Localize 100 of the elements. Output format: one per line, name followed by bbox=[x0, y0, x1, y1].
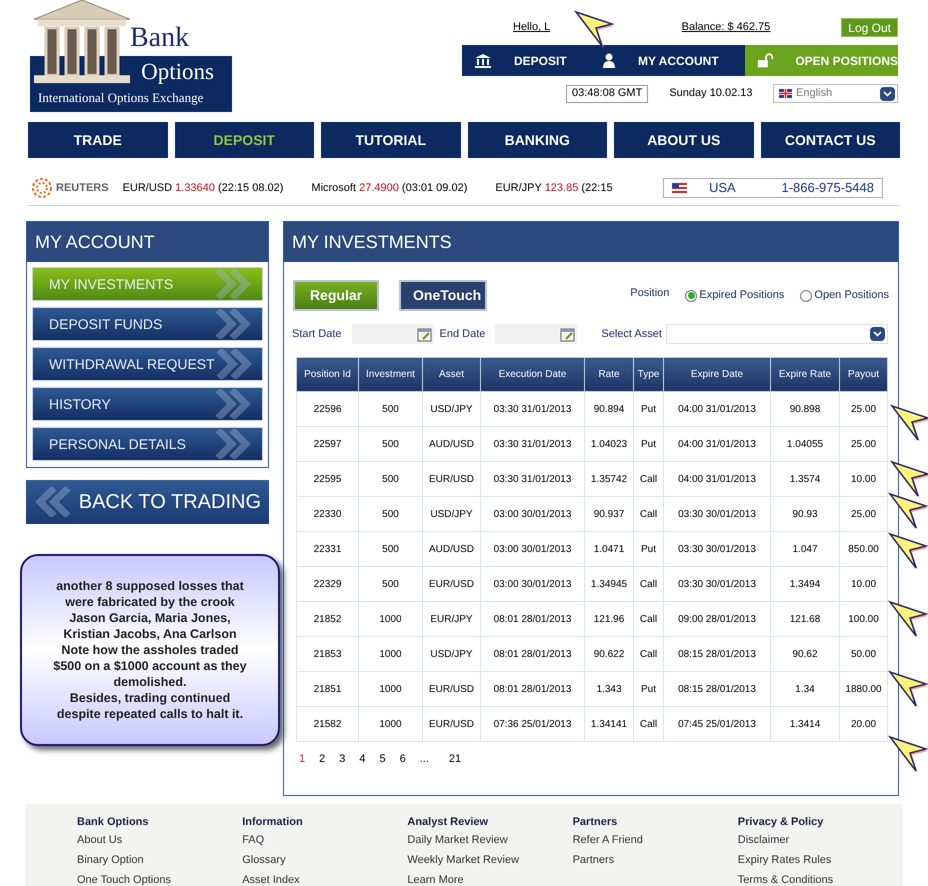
table-cell: 07:36 25/01/2013 bbox=[480, 706, 584, 742]
table-cell: 03:30 30/01/2013 bbox=[664, 566, 770, 602]
table-cell: 09:00 28/01/2013 bbox=[664, 602, 770, 636]
ticker-quote: Microsoft 27.4900 (03:01 09.02) bbox=[311, 180, 468, 196]
ticker-quote: EUR/USD 1.33640 (22:15 08.02) bbox=[122, 180, 284, 196]
table-cell: 1000 bbox=[358, 672, 422, 706]
table-cell: Put bbox=[634, 532, 664, 566]
table-cell: 1.3414 bbox=[770, 706, 840, 742]
footer-link[interactable]: Asset Index bbox=[242, 871, 408, 886]
position-radio[interactable]: Expired Positions bbox=[685, 287, 784, 304]
pointer-arrow-icon bbox=[888, 733, 928, 773]
position-label: Position bbox=[630, 286, 670, 302]
building-logo-icon bbox=[32, 0, 132, 84]
main-nav-tab[interactable]: BANKING bbox=[468, 122, 607, 158]
main-nav-tab[interactable]: DEPOSIT bbox=[174, 122, 314, 158]
table-cell: 08:01 28/01/2013 bbox=[480, 602, 584, 636]
table-cell: 22596 bbox=[296, 392, 358, 426]
footer-link[interactable]: One Touch Options bbox=[77, 871, 242, 886]
view-tab[interactable]: OneTouch bbox=[399, 280, 487, 311]
table-cell: 500 bbox=[358, 462, 422, 496]
footer-heading: Partners bbox=[572, 815, 618, 830]
footer-link[interactable]: Refer A Friend bbox=[572, 831, 738, 850]
table-cell: USD/JPY bbox=[422, 636, 480, 672]
footer-link[interactable]: Weekly Market Review bbox=[407, 851, 573, 870]
language-select[interactable]: English bbox=[773, 84, 898, 103]
column-header: Position Id bbox=[296, 358, 358, 392]
table-cell: 03:30 31/01/2013 bbox=[480, 426, 584, 462]
unlocked-padlock-icon bbox=[757, 52, 774, 68]
footer-link[interactable]: Expiry Rates Rules bbox=[738, 851, 903, 870]
calendar-icon[interactable] bbox=[560, 326, 576, 342]
start-date-field[interactable] bbox=[352, 324, 434, 344]
table-cell: 1.34 bbox=[770, 672, 840, 706]
panel-title: MY INVESTMENTS bbox=[284, 222, 898, 262]
table-cell: 1.35742 bbox=[584, 462, 634, 496]
sidebar-menu-item[interactable]: PERSONAL DETAILS bbox=[32, 427, 263, 461]
page-link[interactable]: ... bbox=[420, 751, 429, 768]
user-icon bbox=[602, 52, 616, 68]
footer-link[interactable]: Partners bbox=[572, 851, 738, 870]
main-nav-tab[interactable]: CONTACT US bbox=[760, 122, 900, 158]
footer-link[interactable]: Binary Option bbox=[77, 851, 242, 870]
table-cell: 03:00 30/01/2013 bbox=[480, 532, 584, 566]
footer-link[interactable]: FAQ bbox=[242, 831, 408, 850]
view-tab[interactable]: Regular bbox=[293, 280, 379, 311]
main-nav-tab[interactable]: TUTORIAL bbox=[321, 122, 460, 158]
page-link[interactable]: 6 bbox=[400, 751, 406, 768]
footer-heading: Privacy & Policy bbox=[738, 815, 824, 830]
footer-link[interactable]: Learn More bbox=[407, 871, 573, 886]
table-cell: 90.937 bbox=[584, 496, 634, 532]
end-date-label: End Date bbox=[440, 326, 486, 342]
sidebar-menu-item[interactable]: DEPOSIT FUNDS bbox=[32, 307, 263, 341]
footer-link[interactable]: Disclaimer bbox=[738, 831, 903, 850]
main-nav-tab[interactable]: TRADE bbox=[28, 122, 168, 158]
column-header: Rate bbox=[584, 358, 634, 392]
footer-link[interactable]: Terms & Conditions bbox=[738, 871, 903, 886]
table-cell: 03:30 30/01/2013 bbox=[664, 496, 770, 532]
table-cell: 20.00 bbox=[840, 706, 888, 742]
table-cell: EUR/USD bbox=[422, 462, 480, 496]
main-nav-tab[interactable]: ABOUT US bbox=[614, 122, 754, 158]
column-header: Expire Rate bbox=[770, 358, 840, 392]
pointer-arrow-icon bbox=[890, 402, 928, 442]
sidebar-menu-item[interactable]: WITHDRAWAL REQUEST bbox=[32, 347, 263, 381]
position-radio[interactable]: Open Positions bbox=[800, 287, 889, 304]
end-date-field[interactable] bbox=[495, 324, 578, 344]
page-link[interactable]: 5 bbox=[380, 751, 386, 768]
page-link[interactable]: 21 bbox=[448, 751, 462, 768]
column-header: Type bbox=[634, 358, 664, 392]
footer-link[interactable]: Daily Market Review bbox=[407, 831, 573, 850]
page-link[interactable]: 3 bbox=[339, 751, 346, 768]
table-cell: 90.898 bbox=[770, 392, 840, 426]
column-header: Expire Date bbox=[664, 358, 770, 392]
table-cell: 21853 bbox=[296, 636, 358, 672]
table-cell: 1000 bbox=[358, 602, 422, 636]
page-link[interactable]: 1 bbox=[299, 751, 306, 768]
footer-link[interactable]: About Us bbox=[77, 831, 242, 850]
back-to-trading-button[interactable]: BACK TO TRADING bbox=[26, 480, 269, 524]
pointer-arrow-icon bbox=[888, 490, 928, 530]
table-cell: 121.68 bbox=[770, 602, 840, 636]
table-cell: 1880.00 bbox=[840, 672, 888, 706]
table-cell: 03:00 30/01/2013 bbox=[480, 496, 584, 532]
pointer-arrow-icon bbox=[888, 530, 928, 570]
footer-heading: Bank Options bbox=[77, 815, 150, 830]
page-link[interactable]: 4 bbox=[359, 751, 366, 768]
table-cell: 25.00 bbox=[840, 496, 888, 532]
asset-select[interactable] bbox=[666, 324, 888, 344]
footer-link[interactable]: Glossary bbox=[242, 851, 408, 870]
dropdown-caret-icon bbox=[880, 86, 895, 100]
table-cell: 21851 bbox=[296, 672, 358, 706]
page-link[interactable]: 2 bbox=[319, 751, 326, 768]
table-cell: 03:30 31/01/2013 bbox=[480, 392, 584, 426]
table-cell: 08:15 28/01/2013 bbox=[664, 636, 770, 672]
table-cell: 04:00 31/01/2013 bbox=[664, 392, 770, 426]
sidebar-menu-item[interactable]: HISTORY bbox=[32, 387, 263, 421]
greeting-link[interactable]: Hello, L bbox=[513, 19, 550, 36]
table-cell: 500 bbox=[358, 566, 422, 602]
reuters-logo-icon bbox=[32, 178, 52, 198]
table-cell: Call bbox=[634, 496, 664, 532]
table-cell: 90.93 bbox=[770, 496, 840, 532]
table-cell: 10.00 bbox=[840, 462, 888, 496]
table-cell: 121.96 bbox=[584, 602, 634, 636]
calendar-icon[interactable] bbox=[416, 326, 432, 342]
